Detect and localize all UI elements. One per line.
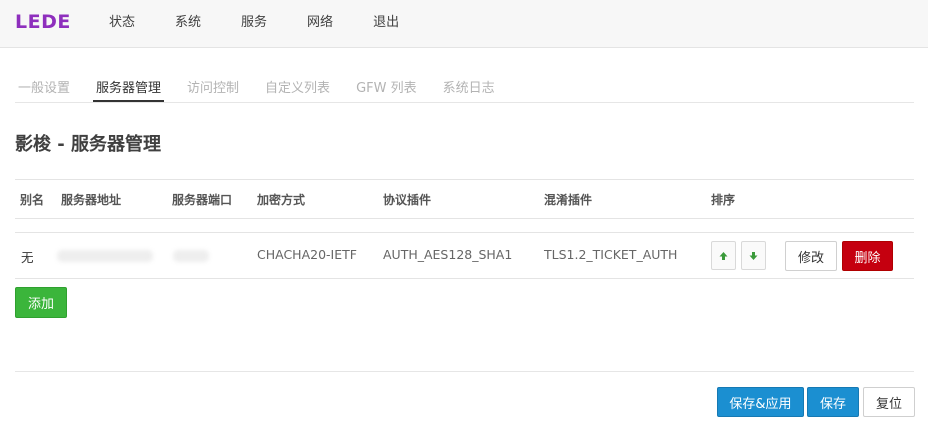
- tab-server-management[interactable]: 服务器管理: [93, 70, 165, 102]
- move-down-button[interactable]: [741, 241, 766, 270]
- brand-logo[interactable]: LEDE: [15, 11, 71, 33]
- cell-encryption: CHACHA20-IETF: [257, 247, 357, 262]
- page-title: 影梭 - 服务器管理: [15, 134, 162, 155]
- section-tabs: 一般设置 服务器管理 访问控制 自定义列表 GFW 列表 系统日志: [15, 70, 914, 103]
- top-menu-logout[interactable]: 退出: [360, 0, 412, 45]
- top-navbar: LEDE 状态 系统 服务 网络 退出: [0, 0, 928, 48]
- delete-button[interactable]: 删除: [842, 241, 893, 271]
- top-menu-system[interactable]: 系统: [162, 0, 214, 45]
- top-menu: 状态 系统 服务 网络 退出: [96, 0, 426, 45]
- col-header-protocol: 协议插件: [383, 193, 432, 207]
- col-header-encryption: 加密方式: [257, 193, 306, 207]
- col-header-port: 服务器端口: [172, 193, 233, 207]
- arrow-up-icon: [719, 251, 728, 260]
- tab-gfw-list[interactable]: GFW 列表: [353, 70, 420, 101]
- top-menu-services[interactable]: 服务: [228, 0, 280, 45]
- footer-divider: [15, 371, 914, 372]
- col-header-obfs: 混淆插件: [544, 193, 593, 207]
- cell-port-redacted: [173, 250, 209, 262]
- tab-system-log[interactable]: 系统日志: [440, 70, 498, 101]
- top-menu-network[interactable]: 网络: [294, 0, 346, 45]
- edit-button[interactable]: 修改: [785, 241, 837, 271]
- cell-alias: 无: [21, 250, 34, 265]
- cell-protocol: AUTH_AES128_SHA1: [383, 247, 513, 262]
- col-header-alias: 别名: [20, 193, 45, 207]
- move-up-button[interactable]: [711, 241, 736, 270]
- reset-button[interactable]: 复位: [863, 387, 915, 417]
- save-button[interactable]: 保存: [807, 387, 859, 417]
- add-button[interactable]: 添加: [15, 287, 67, 318]
- tab-custom-list[interactable]: 自定义列表: [262, 70, 333, 101]
- arrow-down-icon: [749, 251, 758, 260]
- cell-address-redacted: [57, 250, 153, 262]
- table-header: 别名 服务器地址 服务器端口 加密方式 协议插件 混淆插件 排序: [15, 179, 914, 219]
- cell-obfs: TLS1.2_TICKET_AUTH: [544, 247, 678, 262]
- save-apply-button[interactable]: 保存&应用: [717, 387, 804, 417]
- tab-general-settings[interactable]: 一般设置: [15, 70, 73, 101]
- table-row: 无 CHACHA20-IETF AUTH_AES128_SHA1 TLS1.2_…: [15, 232, 914, 279]
- col-header-order: 排序: [711, 193, 736, 207]
- col-header-address: 服务器地址: [61, 193, 122, 207]
- tab-access-control[interactable]: 访问控制: [184, 70, 242, 101]
- top-menu-status[interactable]: 状态: [96, 0, 148, 45]
